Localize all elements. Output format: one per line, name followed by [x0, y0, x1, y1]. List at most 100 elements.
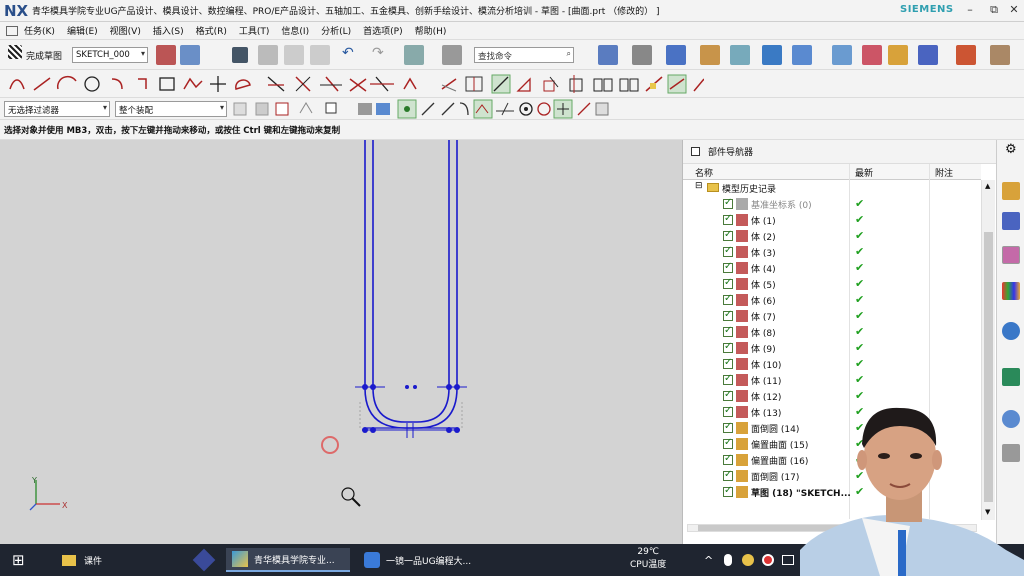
menu-task[interactable]: 任务(K) — [24, 24, 55, 37]
ruler-icon[interactable] — [990, 45, 1010, 65]
taskbar-item-nx[interactable]: 青华模具学院专业... — [226, 548, 350, 572]
tree-item[interactable]: 体 (10) ✔ — [683, 356, 981, 372]
command-search-input[interactable]: 查找命令 ⌕ — [474, 47, 574, 63]
finish-sketch-icon[interactable] — [8, 45, 22, 59]
save-icon[interactable] — [232, 47, 248, 63]
view-sketch-icon[interactable] — [180, 45, 200, 65]
sketch-name-select[interactable]: SKETCH_000 ▾ — [72, 47, 148, 63]
paste-icon[interactable] — [310, 45, 330, 65]
sketch-geometry[interactable] — [0, 140, 682, 544]
graphics-window[interactable]: Y X — [0, 140, 682, 544]
visibility-checkbox[interactable] — [723, 197, 733, 209]
start-button[interactable]: ⊞ — [12, 548, 25, 572]
visibility-checkbox[interactable] — [723, 357, 733, 369]
part-navigator-icon[interactable] — [1002, 246, 1020, 264]
visibility-checkbox[interactable] — [723, 405, 733, 417]
workspace-icon[interactable] — [762, 45, 782, 65]
menu-help[interactable]: 帮助(H) — [415, 24, 447, 37]
visibility-checkbox[interactable] — [723, 485, 733, 497]
snap-tool-icons[interactable] — [232, 99, 622, 119]
column-note[interactable]: 附注 — [935, 166, 953, 179]
visibility-checkbox[interactable] — [723, 469, 733, 481]
sketch-tool-icons[interactable] — [4, 73, 704, 95]
visibility-checkbox[interactable] — [723, 341, 733, 353]
visibility-checkbox[interactable] — [723, 213, 733, 225]
menu-info[interactable]: 信息(I) — [281, 24, 309, 37]
tree-item[interactable]: 体 (8) ✔ — [683, 324, 981, 340]
menu-insert[interactable]: 插入(S) — [153, 24, 184, 37]
tree-item[interactable]: 体 (3) ✔ — [683, 244, 981, 260]
command-finder-icon[interactable] — [404, 45, 424, 65]
orient-view-icon[interactable] — [666, 45, 686, 65]
menu-icon[interactable] — [6, 25, 18, 36]
render-style-icon[interactable] — [632, 45, 652, 65]
visibility-checkbox[interactable] — [723, 325, 733, 337]
gear-icon[interactable]: ⚙ — [1005, 142, 1017, 157]
record-icon[interactable] — [762, 548, 774, 572]
visibility-checkbox[interactable] — [723, 389, 733, 401]
tree-item[interactable]: 体 (6) ✔ — [683, 292, 981, 308]
selection-icon[interactable] — [918, 45, 938, 65]
tree-item[interactable]: 体 (7) ✔ — [683, 308, 981, 324]
visibility-checkbox[interactable] — [723, 293, 733, 305]
redo-icon[interactable]: ↷ — [372, 45, 392, 65]
web-browser-icon[interactable] — [1002, 368, 1020, 386]
menu-view[interactable]: 视图(V) — [110, 24, 141, 37]
microphone-icon[interactable] — [724, 548, 732, 572]
restore-button[interactable]: ⧉ — [984, 3, 1004, 19]
taskbar-pen-app[interactable] — [192, 548, 216, 572]
visibility-checkbox[interactable] — [723, 421, 733, 433]
tree-item[interactable]: 体 (9) ✔ — [683, 340, 981, 356]
visibility-checkbox[interactable] — [723, 229, 733, 241]
scroll-up-icon[interactable]: ▲ — [985, 182, 990, 190]
magic-icon[interactable] — [888, 45, 908, 65]
taskbar-item-video[interactable]: 一镜一品UG编程大... — [358, 548, 482, 572]
visibility-checkbox[interactable] — [723, 437, 733, 449]
undo-icon[interactable]: ↶ — [342, 45, 362, 65]
tray-screen-icon[interactable] — [782, 548, 794, 572]
constraint-navigator-icon[interactable] — [1002, 212, 1020, 230]
assembly-navigator-icon[interactable] — [1002, 182, 1020, 200]
menu-format[interactable]: 格式(R) — [196, 24, 227, 37]
sketch-orient-icon[interactable] — [156, 45, 176, 65]
copy-icon[interactable] — [284, 45, 304, 65]
reuse-library-icon[interactable] — [1002, 282, 1020, 300]
display-icon[interactable] — [730, 45, 750, 65]
tray-app-icon[interactable] — [742, 548, 754, 572]
menu-tools[interactable]: 工具(T) — [239, 24, 270, 37]
column-name[interactable]: 名称 — [695, 166, 713, 179]
tree-item[interactable]: 体 (4) ✔ — [683, 260, 981, 276]
menu-analysis[interactable]: 分析(L) — [321, 24, 351, 37]
tree-item[interactable]: 基准坐标系 (0) ✔ — [683, 196, 981, 212]
visibility-checkbox[interactable] — [723, 277, 733, 289]
tree-item[interactable]: 体 (1) ✔ — [683, 212, 981, 228]
collapse-icon[interactable]: ⊟ — [695, 181, 703, 191]
assembly-scope-select[interactable]: 整个装配 ▾ — [115, 101, 227, 117]
weather-widget[interactable]: 29℃ CPU温度 — [630, 546, 666, 570]
visibility-checkbox[interactable] — [723, 261, 733, 273]
info-icon[interactable] — [442, 45, 462, 65]
tray-expand-icon[interactable]: ^ — [704, 548, 713, 572]
visibility-checkbox[interactable] — [723, 245, 733, 257]
minimize-button[interactable]: – — [960, 3, 980, 19]
type-filter-select[interactable]: 无选择过滤器 ▾ — [4, 101, 110, 117]
fit-view-icon[interactable] — [598, 45, 618, 65]
navigator-checkbox[interactable] — [691, 147, 700, 156]
menu-preferences[interactable]: 首选项(P) — [363, 24, 402, 37]
tree-item[interactable]: 体 (11) ✔ — [683, 372, 981, 388]
cut-icon[interactable] — [258, 45, 278, 65]
menu-edit[interactable]: 编辑(E) — [67, 24, 98, 37]
visibility-checkbox[interactable] — [723, 309, 733, 321]
taskbar-item-courseware[interactable]: 课件 — [62, 548, 102, 572]
tools-icon[interactable] — [862, 45, 882, 65]
hd3d-icon[interactable] — [1002, 322, 1020, 340]
measure-icon[interactable] — [956, 45, 976, 65]
visibility-checkbox[interactable] — [723, 453, 733, 465]
visibility-checkbox[interactable] — [723, 373, 733, 385]
move-icon[interactable] — [792, 45, 812, 65]
column-latest[interactable]: 最新 — [855, 166, 873, 179]
tree-item[interactable]: 体 (5) ✔ — [683, 276, 981, 292]
tree-item[interactable]: 体 (2) ✔ — [683, 228, 981, 244]
assembly-icon[interactable] — [832, 45, 852, 65]
finish-sketch-label[interactable]: 完成草图 — [26, 49, 62, 62]
